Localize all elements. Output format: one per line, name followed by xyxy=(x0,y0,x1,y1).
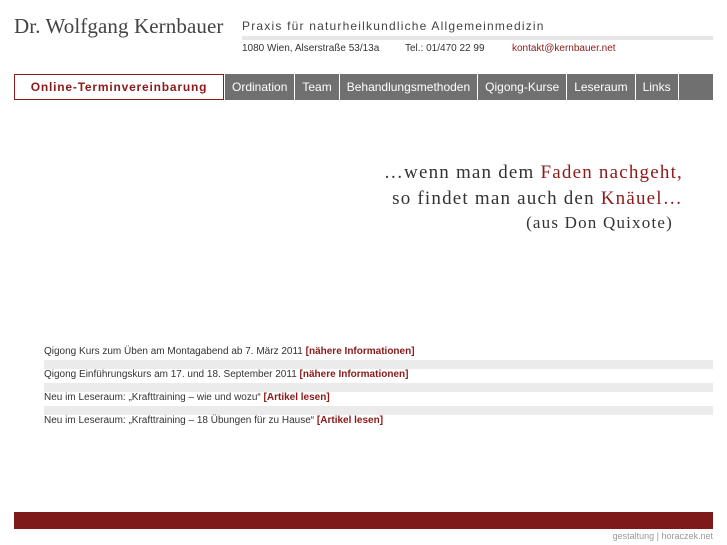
news-item-divider xyxy=(44,383,713,392)
news-item: Neu im Leseraum: „Krafttraining – 18 Übu… xyxy=(44,415,713,437)
site-logo-name[interactable]: Dr. Wolfgang Kernbauer xyxy=(14,14,223,39)
news-item-link[interactable]: [Artikel lesen] xyxy=(264,392,330,403)
nav-team[interactable]: Team xyxy=(294,74,339,100)
news-item-text: Neu im Leseraum: „Krafttraining – 18 Übu… xyxy=(44,415,317,426)
footer-bar xyxy=(14,512,713,529)
quote-line-1: …wenn man dem Faden nachgeht, xyxy=(384,162,683,184)
news-item-text: Neu im Leseraum: „Krafttraining – wie un… xyxy=(44,392,264,403)
quote-line-2-highlight: Knäuel… xyxy=(600,188,683,209)
nav-filler xyxy=(677,74,713,100)
news-item: Neu im Leseraum: „Krafttraining – wie un… xyxy=(44,392,713,415)
design-credit-link[interactable]: gestaltung | horaczek.net xyxy=(613,531,713,541)
email-link[interactable]: kontakt@kernbauer.net xyxy=(512,43,616,54)
quote-line-1-highlight: Faden nachgeht, xyxy=(540,162,683,183)
news-item-link[interactable]: [nähere Informationen] xyxy=(300,369,409,380)
nav-links[interactable]: Links xyxy=(634,74,678,100)
quote-line-1-text: …wenn man dem xyxy=(383,162,541,183)
news-item-divider xyxy=(44,360,713,369)
news-item-link[interactable]: [nähere Informationen] xyxy=(306,346,415,357)
news-item-divider xyxy=(44,406,713,415)
news-item-text: Qigong Kurs zum Üben am Montagabend ab 7… xyxy=(44,346,306,357)
practice-subtitle: Praxis für naturheilkundliche Allgemeinm… xyxy=(242,19,545,33)
nav-online-booking[interactable]: Online-Terminvereinbarung xyxy=(14,74,224,100)
news-item-text: Qigong Einführungskurs am 17. und 18. Se… xyxy=(44,369,300,380)
phone-text: Tel.: 01/470 22 99 xyxy=(405,43,485,54)
quote-line-2: so findet man auch den Knäuel… xyxy=(392,188,683,210)
header-divider xyxy=(242,36,713,40)
quote-line-2-text: so findet man auch den xyxy=(392,188,601,209)
nav-ordination[interactable]: Ordination xyxy=(225,74,295,100)
main-navigation: Online-Terminvereinbarung Ordination Tea… xyxy=(14,74,713,100)
nav-qigong-courses[interactable]: Qigong-Kurse xyxy=(477,74,567,100)
news-item: Qigong Einführungskurs am 17. und 18. Se… xyxy=(44,369,713,392)
quote-source: (aus Don Quixote) xyxy=(526,213,673,232)
news-item: Qigong Kurs zum Üben am Montagabend ab 7… xyxy=(44,346,713,369)
address-text: 1080 Wien, Alserstraße 53/13a xyxy=(242,43,380,54)
news-item-link[interactable]: [Artikel lesen] xyxy=(317,415,383,426)
nav-treatment-methods[interactable]: Behandlungsmethoden xyxy=(338,74,478,100)
nav-reading-room[interactable]: Leseraum xyxy=(566,74,635,100)
